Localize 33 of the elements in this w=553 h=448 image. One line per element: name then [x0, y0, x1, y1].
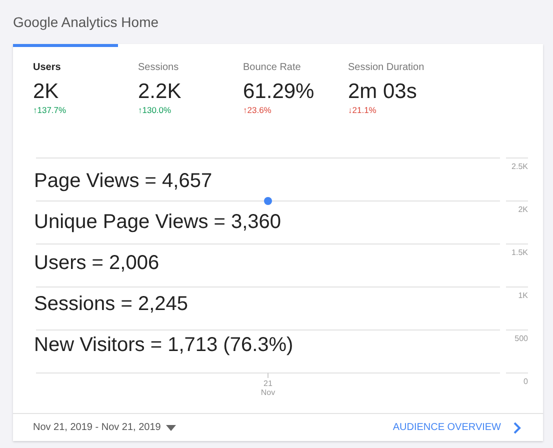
y-axis-label: 1K — [518, 291, 528, 300]
metric-value: 2m 03s — [348, 80, 417, 104]
metric-tab[interactable]: Bounce Rate 61.29% ↑23.6% — [223, 44, 328, 150]
x-axis-label: 21 Nov — [260, 379, 276, 395]
metric-tab[interactable]: Session Duration 2m 03s ↓21.1% — [328, 44, 433, 150]
page-title: Google Analytics Home — [13, 13, 160, 32]
metric-label: Session Duration — [348, 62, 424, 73]
y-axis-label: 1.5K — [512, 248, 528, 257]
stat-text: Sessions = 2,245 — [34, 292, 189, 317]
date-range-dropdown[interactable]: Nov 21, 2019 - Nov 21, 2019 — [33, 422, 176, 433]
metric-change: ↑130.0% — [138, 105, 172, 115]
stat-text: Page Views = 4,657 — [34, 169, 214, 194]
y-axis-label: 0 — [524, 377, 528, 386]
stat-text: Unique Page Views = 3,360 — [34, 210, 282, 235]
audience-overview-link[interactable]: AUDIENCE OVERVIEW — [392, 422, 521, 434]
metric-label: Users — [33, 62, 61, 73]
metric-tab[interactable]: Users 2K ↑137.7% — [13, 44, 118, 150]
metric-value: 2K — [33, 80, 59, 104]
metric-label: Bounce Rate — [243, 62, 301, 73]
y-axis-label: 500 — [514, 334, 528, 343]
y-axis-label: 2K — [518, 205, 528, 214]
metric-value: 2.2K — [138, 80, 182, 104]
metric-tab[interactable]: Sessions 2.2K ↑130.0% — [118, 44, 223, 150]
y-axis-label: 2.5K — [512, 162, 528, 171]
stat-text: Users = 2,006 — [34, 251, 160, 276]
metric-label: Sessions — [138, 62, 179, 73]
metric-change: ↑137.7% — [33, 105, 66, 115]
caret-icon — [166, 424, 176, 430]
metric-change: ↑23.6% — [243, 105, 272, 115]
metric-change: ↓21.1% — [348, 105, 376, 115]
stat-text: New Visitors = 1,713 (76.3%) — [34, 333, 294, 358]
metric-value: 61.29% — [243, 80, 314, 104]
chevron-right-icon — [513, 422, 521, 434]
